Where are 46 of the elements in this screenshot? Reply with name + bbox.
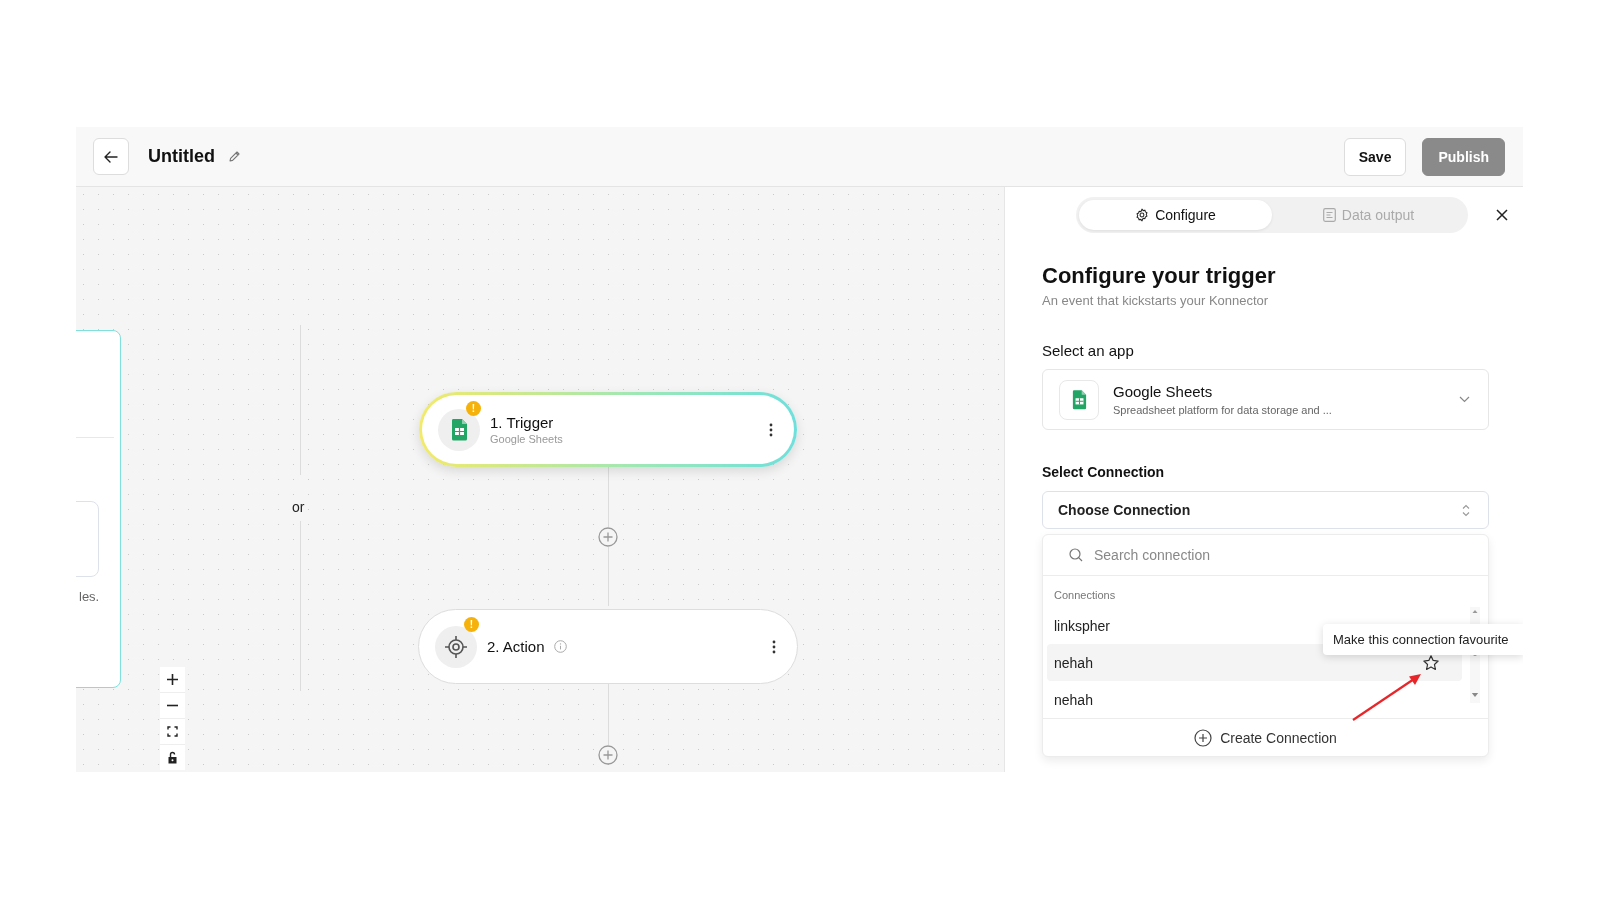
- target-icon: [444, 634, 468, 659]
- updown-chevron-icon: [1462, 503, 1470, 517]
- group-label: Connections: [1053, 588, 1117, 601]
- app-description: Spreadsheet platform for data storage and ...: [1113, 404, 1333, 416]
- node-title: 2. Action: [487, 638, 545, 655]
- fit-view-icon[interactable]: [160, 719, 185, 744]
- panel-heading: Configure your trigger: [1042, 263, 1277, 289]
- close-icon[interactable]: [1496, 209, 1508, 221]
- lock-icon[interactable]: [160, 745, 185, 770]
- zoom-in-icon[interactable]: [160, 667, 185, 692]
- connection-item[interactable]: nehah: [1047, 681, 1462, 718]
- node-subtitle: Google Sheets: [490, 433, 564, 445]
- gear-icon: [1135, 208, 1150, 222]
- more-options-icon[interactable]: [772, 639, 776, 654]
- star-icon[interactable]: [1422, 653, 1440, 672]
- search-field[interactable]: Search connection: [1092, 546, 1462, 564]
- or-label: or: [292, 499, 305, 515]
- tooltip: Make this connection favourite: [1323, 624, 1523, 655]
- add-step-icon[interactable]: [598, 527, 618, 547]
- spreadsheet-icon: [450, 418, 468, 441]
- more-options-icon[interactable]: [769, 422, 773, 437]
- connection-select[interactable]: Choose Connection: [1042, 491, 1489, 529]
- chevron-down-icon: [1459, 396, 1470, 403]
- app-name: Google Sheets: [1113, 383, 1214, 400]
- save-button[interactable]: Save: [1343, 137, 1407, 176]
- warning-badge: !: [464, 617, 479, 632]
- card-text: les.: [79, 589, 100, 604]
- panel-subheading: An event that kickstarts your Konnector: [1042, 293, 1270, 308]
- warning-badge: !: [466, 401, 481, 416]
- action-node[interactable]: ! 2. Action: [418, 609, 798, 684]
- add-step-icon[interactable]: [598, 745, 618, 765]
- section-label: Select an app: [1042, 342, 1135, 359]
- annotation-arrow: [1351, 672, 1423, 722]
- plus-circle-icon: [1194, 728, 1213, 747]
- node-title: 1. Trigger: [490, 414, 554, 431]
- tab[interactable]: Configure: [1079, 200, 1272, 230]
- create-connection-button[interactable]: Create Connection: [1043, 718, 1488, 756]
- section-label: Select Connection: [1042, 464, 1166, 480]
- app-select[interactable]: Google Sheets Spreadsheet platform for data storage and ...: [1042, 369, 1489, 430]
- workflow-title: Untitled: [148, 146, 215, 167]
- spreadsheet-icon: [1071, 389, 1087, 410]
- back-arrow-icon: [104, 149, 118, 164]
- back-button[interactable]: [93, 138, 129, 175]
- document-icon: [1322, 208, 1336, 222]
- pencil-icon[interactable]: [228, 150, 241, 163]
- search-icon: [1069, 548, 1083, 562]
